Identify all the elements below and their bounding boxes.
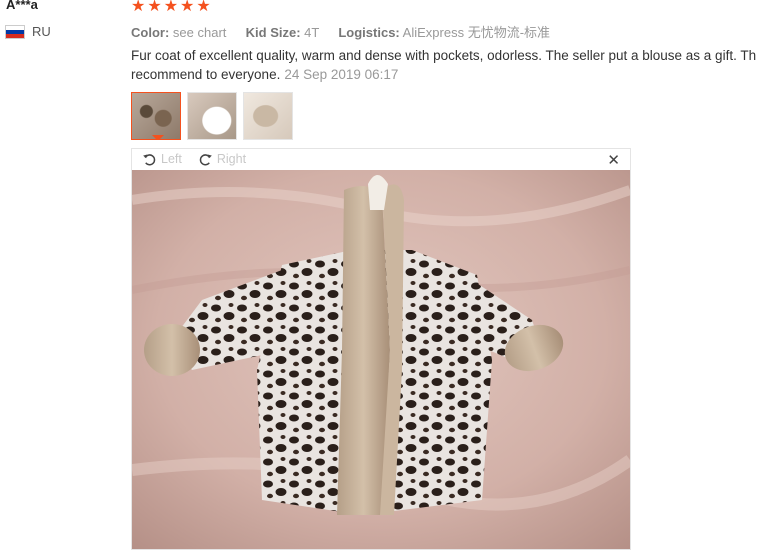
order-attributes: Color: see chart Kid Size: 4T Logistics:… (131, 22, 550, 41)
review-date: 24 Sep 2019 06:17 (284, 67, 399, 82)
review-text-line-1: Fur coat of excellent quality, warm and … (131, 48, 757, 63)
kid-size-value: 4T (304, 25, 320, 40)
rotate-left-button[interactable]: Left (142, 152, 182, 167)
viewer-toolbar: Left Right ✕ (132, 149, 630, 169)
rotate-right-label: Right (216, 152, 247, 166)
star-icon: ★ (180, 0, 195, 15)
russia-flag-icon (6, 25, 24, 38)
logistics-label: Logistics: (338, 25, 400, 40)
country-code: RU (32, 24, 51, 39)
fur-coat-photo (132, 170, 630, 549)
image-viewer: Left Right ✕ (131, 148, 631, 550)
star-icon: ★ (163, 0, 179, 15)
star-rating: ★ ★ ★ ★ ★ (131, 0, 211, 15)
star-icon: ★ (131, 0, 146, 15)
thumbnail-1[interactable] (131, 92, 181, 140)
color-value: see chart (172, 25, 227, 40)
logistics-value: AliExpress 无忧物流-标准 (402, 25, 551, 40)
rotate-right-button[interactable]: Right (198, 152, 246, 167)
review-user-name: A***a (6, 0, 38, 12)
rotate-left-label: Left (161, 152, 182, 166)
rotate-right-icon (199, 153, 212, 165)
star-icon: ★ (196, 0, 211, 15)
rotate-left-icon (143, 153, 156, 165)
review-country: RU (6, 24, 51, 39)
review-thumbnails (131, 92, 293, 140)
review-photo (132, 170, 630, 549)
review-text-line-2: recommend to everyone. (131, 67, 281, 82)
kid-size-label: Kid Size: (245, 25, 301, 40)
review-text: Fur coat of excellent quality, warm and … (131, 46, 757, 84)
thumbnail-2[interactable] (187, 92, 237, 140)
thumbnail-3[interactable] (243, 92, 293, 140)
star-icon: ★ (147, 0, 162, 15)
color-label: Color: (131, 25, 170, 40)
close-icon[interactable]: ✕ (607, 151, 620, 169)
